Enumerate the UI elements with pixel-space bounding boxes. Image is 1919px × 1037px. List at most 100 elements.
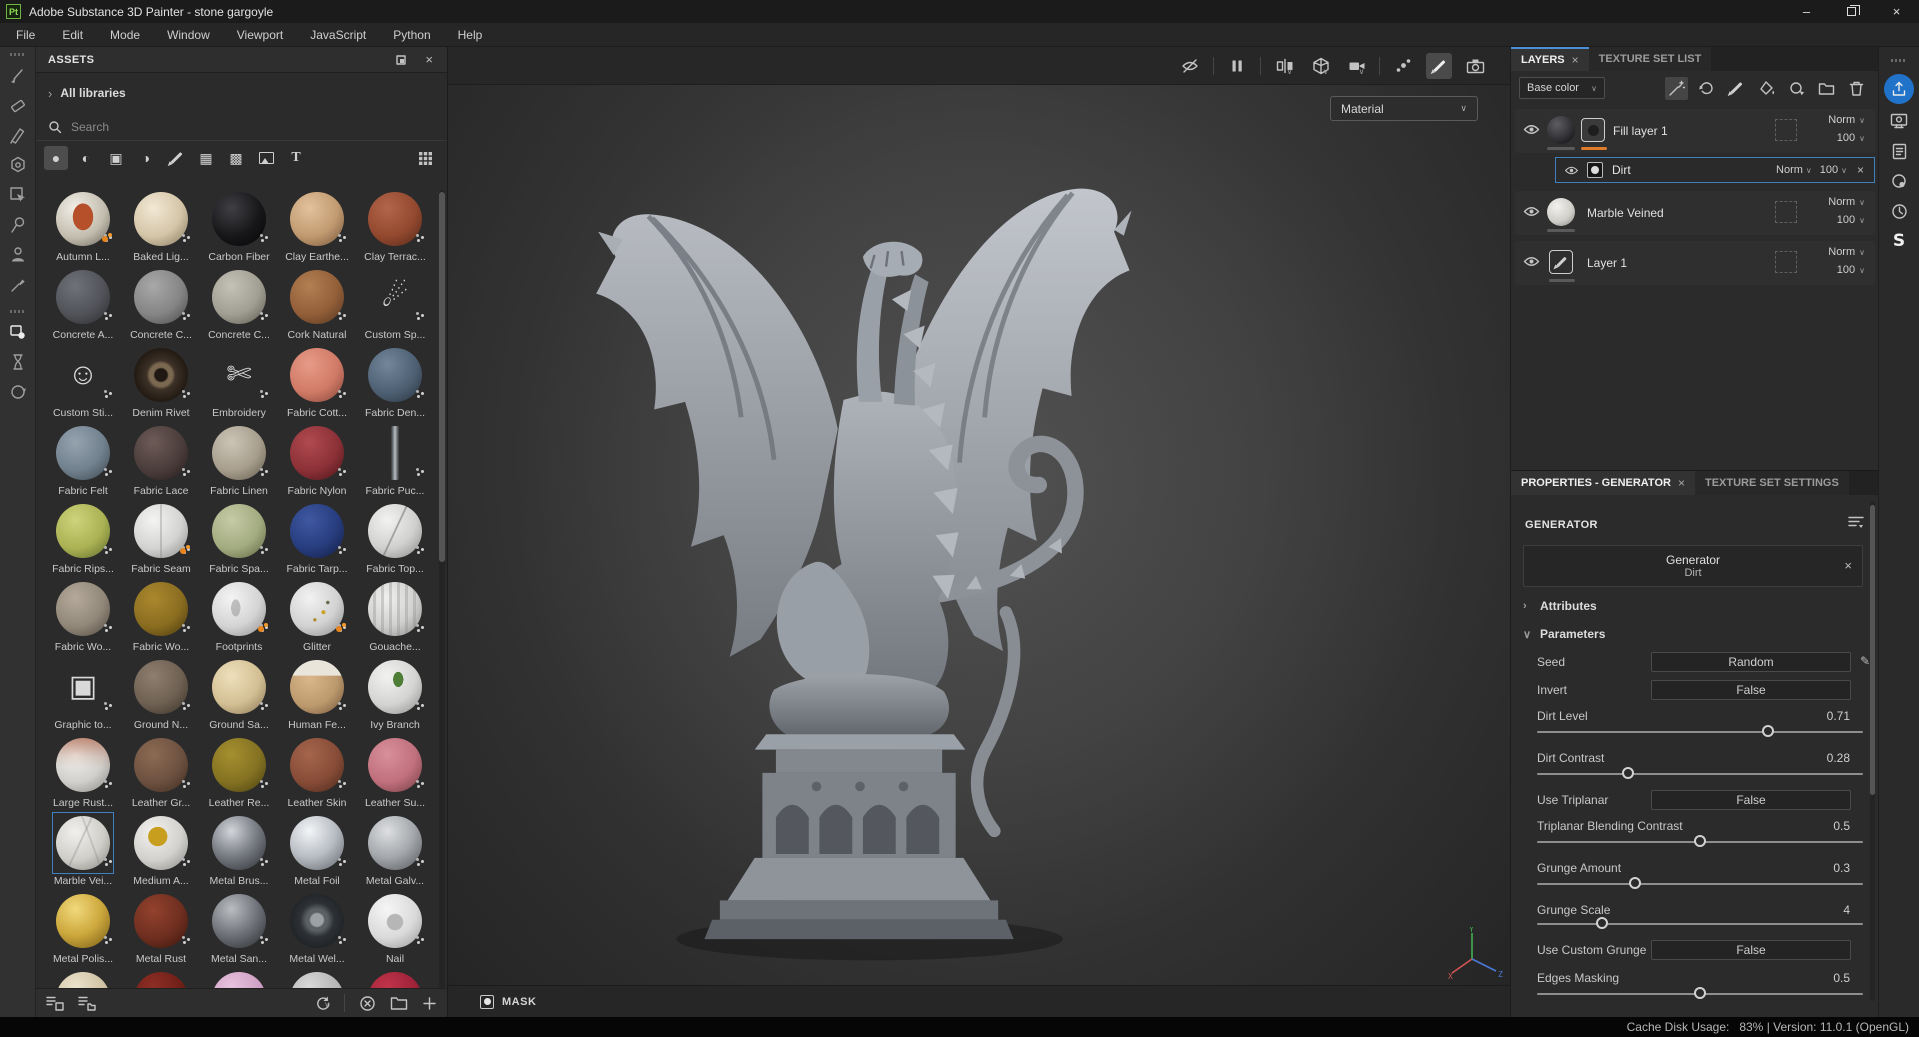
asset-item[interactable]: Fabric Lace — [122, 424, 200, 502]
tab-texture-set-settings[interactable]: TEXTURE SET SETTINGS — [1694, 471, 1849, 495]
asset-item[interactable] — [356, 970, 434, 988]
eraser-tool-button[interactable] — [4, 90, 32, 120]
delete-layer-button[interactable] — [1845, 77, 1868, 100]
filter-alphas-icon[interactable]: ▦ — [194, 146, 218, 170]
asset-item[interactable]: Metal Galv... — [356, 814, 434, 892]
slider-knob[interactable] — [1628, 877, 1641, 889]
asset-item[interactable]: Fabric Cott... — [278, 346, 356, 424]
mesh-display-button[interactable]: ∨ — [1307, 53, 1333, 79]
dirt-level-slider[interactable] — [1537, 725, 1863, 737]
add-group-material-button[interactable] — [1785, 77, 1808, 100]
asset-item[interactable] — [278, 970, 356, 988]
layer-row-layer-1[interactable]: Layer 1 Norm ∨ 100 ∨ — [1515, 241, 1875, 285]
menu-item[interactable]: JavaScript — [310, 28, 366, 42]
asset-item[interactable]: Leather Skin — [278, 736, 356, 814]
material-picker-tool-button[interactable] — [4, 270, 32, 300]
edges-masking-slider[interactable] — [1537, 987, 1863, 999]
parameters-group[interactable]: ∨ Parameters — [1523, 627, 1605, 641]
reimport-resources-button[interactable]: ∨ — [314, 995, 330, 1012]
visibility-eye-icon[interactable] — [1523, 123, 1540, 141]
asset-item[interactable]: Leather Su... — [356, 736, 434, 814]
add-paint-layer-button[interactable] — [1725, 77, 1748, 100]
paint-tool-button[interactable] — [4, 60, 32, 90]
assets-scrollbar[interactable] — [439, 190, 445, 988]
asset-item[interactable] — [122, 970, 200, 988]
asset-item[interactable]: Glitter — [278, 580, 356, 658]
section-menu-icon[interactable] — [1848, 515, 1864, 535]
asset-item[interactable]: Fabric Nylon — [278, 424, 356, 502]
float-panel-icon[interactable] — [395, 54, 407, 66]
visibility-eye-icon[interactable] — [1564, 165, 1579, 176]
mask-thumbnail[interactable] — [1587, 162, 1603, 178]
asset-item[interactable]: Concrete C... — [122, 268, 200, 346]
mask-slot[interactable] — [1775, 251, 1797, 273]
visibility-eye-icon[interactable] — [1523, 255, 1540, 273]
layer-name[interactable]: Layer 1 — [1587, 256, 1627, 270]
asset-item[interactable]: Metal San... — [200, 892, 278, 970]
opacity-dropdown[interactable]: 100 ∨ — [1820, 164, 1847, 176]
invert-toggle-button[interactable]: False — [1651, 680, 1851, 700]
asset-item[interactable]: Ivy Branch — [356, 658, 434, 736]
grid-view-icon[interactable] — [413, 146, 437, 170]
menu-item[interactable]: Window — [167, 28, 210, 42]
effect-name[interactable]: Dirt — [1612, 163, 1631, 177]
asset-item[interactable]: Large Rust... — [44, 736, 122, 814]
open-folder-icon[interactable] — [390, 995, 408, 1011]
slider-knob[interactable] — [1694, 987, 1706, 999]
filter-smart-materials-icon[interactable]: ◐ — [74, 146, 98, 170]
asset-item[interactable] — [200, 970, 278, 988]
channel-filter-dropdown[interactable]: Base color ∨ — [1519, 77, 1605, 99]
asset-item[interactable]: Metal Wel... — [278, 892, 356, 970]
substance-share-button[interactable]: S — [1884, 226, 1914, 256]
asset-item[interactable]: Nail — [356, 892, 434, 970]
filter-fonts-icon[interactable]: T — [284, 146, 308, 170]
generator-resource-box[interactable]: Generator Dirt × — [1523, 545, 1863, 587]
asset-item[interactable]: Fabric Felt — [44, 424, 122, 502]
close-panel-icon[interactable]: × — [425, 52, 433, 67]
asset-item[interactable]: Concrete A... — [44, 268, 122, 346]
view-mode-button[interactable]: ∨ — [1271, 53, 1297, 79]
menu-item[interactable]: Viewport — [237, 28, 283, 42]
blend-mode-dropdown[interactable]: Norm ∨ — [1828, 246, 1865, 258]
layer-row-fill-layer-1[interactable]: Fill layer 1 Norm ∨ 100 ∨ — [1515, 109, 1875, 153]
layer-thumbnail[interactable] — [1547, 116, 1575, 144]
projection-tool-button[interactable] — [4, 120, 32, 150]
asset-item[interactable]: Medium A... — [122, 814, 200, 892]
log-button[interactable] — [1884, 136, 1914, 166]
asset-item[interactable]: Baked Lig... — [122, 190, 200, 268]
attributes-group[interactable]: › Attributes — [1523, 599, 1597, 613]
asset-item[interactable]: Metal Foil — [278, 814, 356, 892]
slider-knob[interactable] — [1762, 725, 1775, 737]
asset-item[interactable]: Clay Terrac... — [356, 190, 434, 268]
menu-item[interactable]: Edit — [62, 28, 83, 42]
menu-item[interactable]: Help — [458, 28, 483, 42]
slider-knob[interactable] — [1596, 917, 1609, 929]
bake-button[interactable] — [4, 347, 32, 377]
asset-item[interactable]: Clay Earthe... — [278, 190, 356, 268]
save-shelf-icon[interactable] — [46, 995, 64, 1011]
axis-gizmo[interactable]: Y X Z — [1448, 927, 1504, 985]
particles-button[interactable] — [1390, 53, 1416, 79]
add-resource-icon[interactable] — [422, 996, 437, 1011]
slider-knob[interactable] — [1622, 767, 1635, 779]
asset-item[interactable]: Fabric Tarp... — [278, 502, 356, 580]
asset-item[interactable]: Leather Re... — [200, 736, 278, 814]
shading-mode-dropdown[interactable]: Material ∨ — [1330, 96, 1478, 121]
polygon-fill-tool-button[interactable] — [4, 150, 32, 180]
drag-grip[interactable] — [9, 310, 26, 313]
camera-button[interactable]: ∨ — [1343, 53, 1369, 79]
asset-item[interactable]: Carbon Fiber — [200, 190, 278, 268]
add-fill-layer-button[interactable] — [1755, 77, 1778, 100]
asset-item[interactable] — [44, 970, 122, 988]
asset-item[interactable]: Fabric Wo... — [122, 580, 200, 658]
grunge-scale-slider[interactable] — [1537, 917, 1863, 929]
clear-unused-icon[interactable] — [359, 995, 376, 1012]
asset-item[interactable]: Fabric Seam — [122, 502, 200, 580]
layer-name[interactable]: Marble Veined — [1587, 206, 1664, 220]
add-folder-button[interactable] — [1815, 77, 1838, 100]
mask-slot[interactable] — [1775, 201, 1797, 223]
seed-random-button[interactable]: Random — [1651, 652, 1851, 672]
shelf-folder-icon[interactable] — [78, 995, 96, 1011]
filter-environments-icon[interactable] — [254, 146, 278, 170]
slider-knob[interactable] — [1694, 835, 1706, 847]
